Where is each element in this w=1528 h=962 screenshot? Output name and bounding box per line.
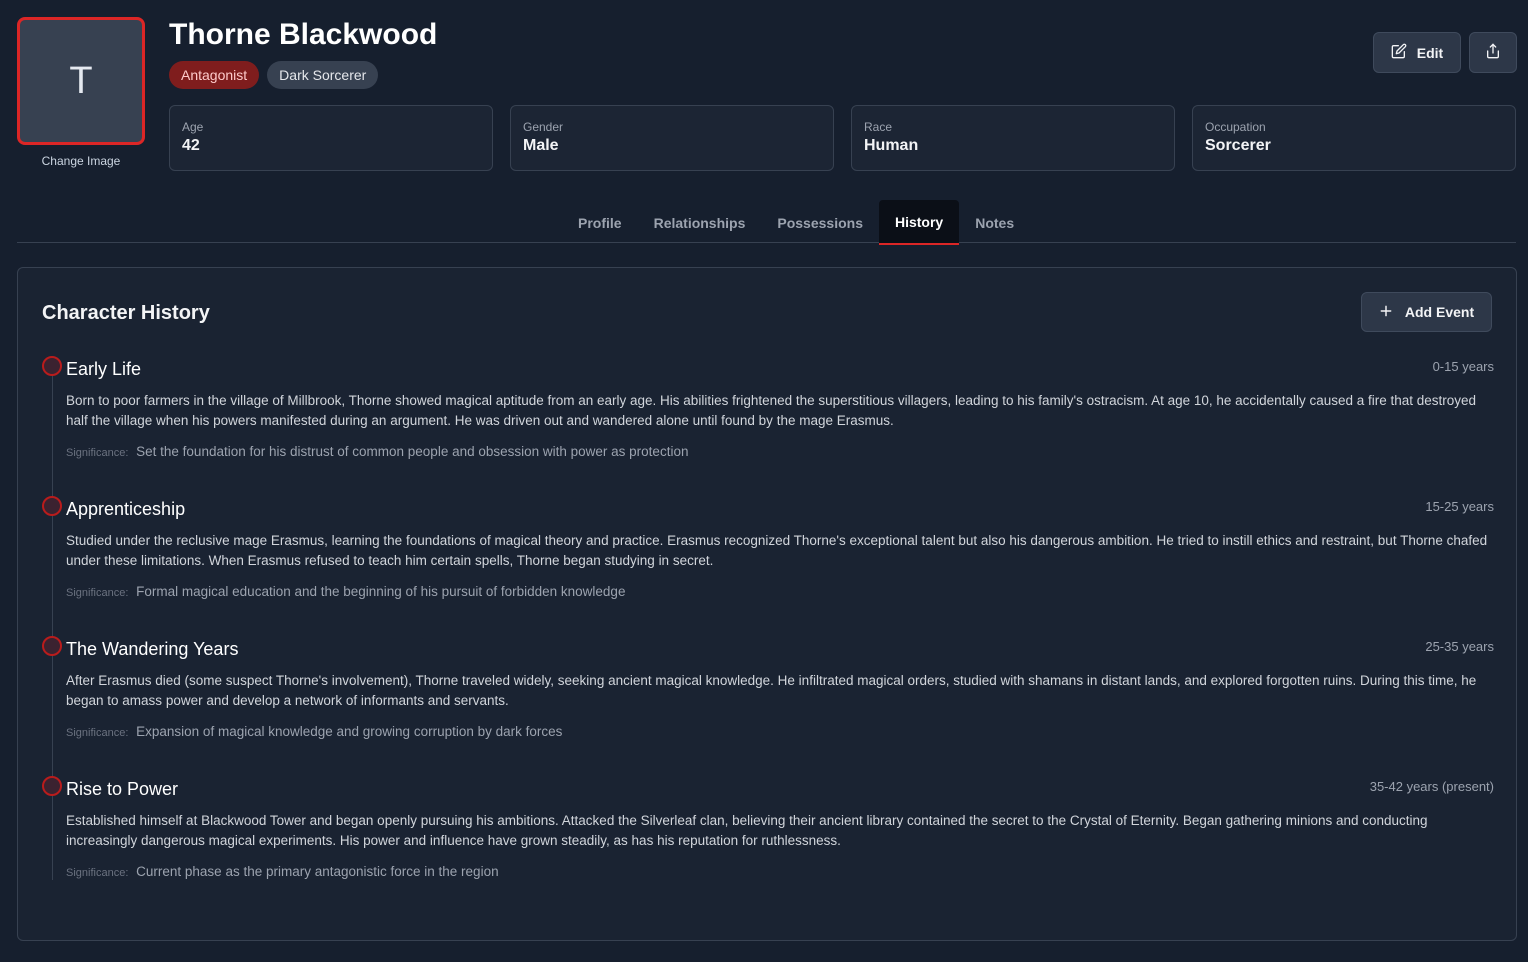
- add-event-label: Add Event: [1404, 304, 1475, 320]
- stat-value: Sorcerer: [1205, 137, 1271, 154]
- significance-text: Current phase as the primary antagonisti…: [136, 864, 499, 879]
- share-icon: [1485, 43, 1501, 62]
- plus-icon: [1379, 304, 1393, 321]
- edit-label: Edit: [1416, 44, 1444, 61]
- significance-text: Set the foundation for his distrust of c…: [136, 444, 689, 459]
- stat-label: Gender: [523, 120, 564, 134]
- tab-profile[interactable]: Profile: [562, 200, 638, 245]
- timeline-dot[interactable]: [42, 776, 62, 796]
- stat-value: Human: [864, 137, 919, 154]
- event-significance: Significance: Current phase as the prima…: [66, 864, 499, 879]
- stat-label: Race: [864, 120, 893, 134]
- event-title: Rise to Power: [66, 779, 179, 799]
- event-significance: Significance: Expansion of magical knowl…: [66, 724, 562, 739]
- stat-card-gender: Gender Male: [510, 105, 834, 171]
- stat-label: Age: [182, 120, 204, 134]
- character-name: Thorne Blackwood: [169, 18, 438, 51]
- event-title: The Wandering Years: [66, 639, 239, 659]
- edit-icon: [1391, 43, 1407, 62]
- stat-card-occupation: Occupation Sorcerer: [1192, 105, 1516, 171]
- history-panel: Character History Add Event Early Life 0…: [17, 267, 1517, 941]
- share-button[interactable]: [1469, 32, 1517, 73]
- event-description: Established himself at Blackwood Tower a…: [66, 813, 1428, 848]
- timeline-dot[interactable]: [42, 496, 62, 516]
- timeline-event: The Wandering Years 25-35 years After Er…: [42, 636, 1494, 776]
- history-timeline: Early Life 0-15 years Born to poor farme…: [42, 356, 1494, 916]
- character-header: T Change Image Thorne Blackwood Antagoni…: [0, 0, 1528, 250]
- stat-value: 42: [182, 137, 200, 154]
- tab-history[interactable]: History: [878, 200, 960, 245]
- event-period: 35-42 years (present): [1369, 779, 1494, 794]
- tab-list: Profile Relationships Possessions Histor…: [562, 200, 1030, 245]
- tag-list: Antagonist Dark Sorcerer: [169, 61, 379, 89]
- significance-label: Significance:: [66, 587, 129, 599]
- timeline-dot[interactable]: [42, 636, 62, 656]
- timeline-event: Early Life 0-15 years Born to poor farme…: [42, 356, 1494, 496]
- event-description: Studied under the reclusive mage Erasmus…: [66, 533, 1488, 568]
- history-title: Character History: [42, 302, 210, 324]
- event-period: 25-35 years: [1425, 639, 1494, 654]
- event-significance: Significance: Set the foundation for his…: [66, 444, 688, 459]
- tab-bar: Profile Relationships Possessions Histor…: [17, 200, 1516, 245]
- timeline-dot[interactable]: [42, 356, 62, 376]
- event-description: After Erasmus died (some suspect Thorne'…: [66, 673, 1477, 708]
- significance-label: Significance:: [66, 447, 129, 459]
- avatar-section: T Change Image: [17, 17, 145, 168]
- stat-label: Occupation: [1205, 120, 1266, 134]
- timeline-event: Apprenticeship 15-25 years Studied under…: [42, 496, 1494, 636]
- add-event-button[interactable]: Add Event: [1361, 292, 1492, 332]
- header-actions: Edit: [1373, 32, 1517, 73]
- timeline-event: Rise to Power 35-42 years (present) Esta…: [42, 776, 1494, 916]
- class-tag: Dark Sorcerer: [267, 61, 379, 89]
- change-image-link[interactable]: Change Image: [17, 154, 145, 168]
- significance-label: Significance:: [66, 867, 129, 879]
- tab-relationships[interactable]: Relationships: [638, 200, 762, 245]
- significance-text: Formal magical education and the beginni…: [136, 584, 626, 599]
- event-significance: Significance: Formal magical education a…: [66, 584, 625, 599]
- stat-cards: Age 42 Gender Male Race Human Occupation…: [169, 105, 1516, 171]
- stat-card-age: Age 42: [169, 105, 493, 171]
- event-description: Born to poor farmers in the village of M…: [66, 393, 1477, 428]
- tab-possessions[interactable]: Possessions: [761, 200, 879, 245]
- stat-value: Male: [523, 137, 559, 154]
- role-tag: Antagonist: [169, 61, 260, 89]
- stat-card-race: Race Human: [851, 105, 1175, 171]
- event-title: Early Life: [66, 359, 142, 379]
- event-title: Apprenticeship: [66, 499, 186, 519]
- edit-button[interactable]: Edit: [1373, 32, 1461, 73]
- significance-text: Expansion of magical knowledge and growi…: [136, 724, 563, 739]
- event-period: 0-15 years: [1432, 359, 1494, 374]
- tab-notes[interactable]: Notes: [959, 200, 1030, 245]
- event-period: 15-25 years: [1425, 499, 1494, 514]
- avatar[interactable]: T: [17, 17, 145, 145]
- significance-label: Significance:: [66, 727, 129, 739]
